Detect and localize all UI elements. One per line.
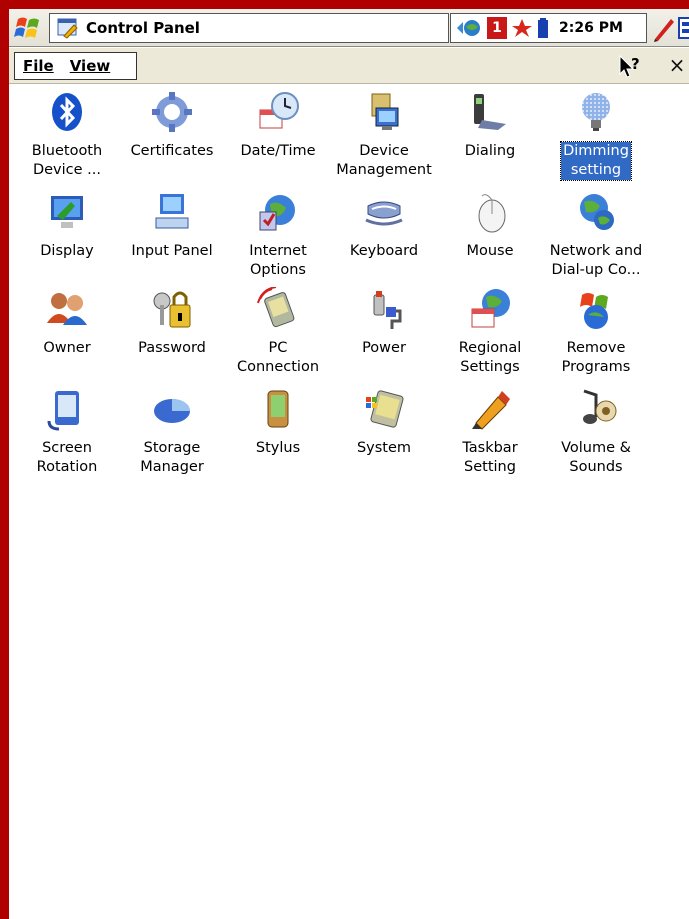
control-panel-item-label: Power xyxy=(362,340,406,356)
control-panel-item-label: Volume & Sounds xyxy=(561,440,631,475)
control-panel-item-label: Owner xyxy=(43,340,91,356)
control-panel-item-remove-programs[interactable]: Remove Programs xyxy=(544,285,648,385)
control-panel-item-label: Taskbar Setting xyxy=(462,440,518,475)
menu-file[interactable]: File xyxy=(15,57,62,75)
owner-icon xyxy=(47,293,87,325)
bluetooth-icon xyxy=(52,93,82,131)
network-icon xyxy=(580,194,614,230)
control-panel-item-volume-sounds[interactable]: Volume & Sounds xyxy=(544,385,648,485)
certificates-icon xyxy=(152,92,192,132)
volume-sounds-icon xyxy=(583,389,617,424)
control-panel-item-certificates[interactable]: Certificates xyxy=(120,88,224,188)
regional-settings-icon xyxy=(471,289,510,328)
control-panel-item-password[interactable]: Password xyxy=(120,285,224,385)
menu-view-label: View xyxy=(69,57,111,75)
control-panel-item-label: Internet Options xyxy=(249,243,307,278)
menu-file-label: File xyxy=(23,57,54,75)
control-panel-item-label: Storage Manager xyxy=(140,440,204,475)
pen-button[interactable] xyxy=(651,13,677,43)
control-panel-item-label: Remove Programs xyxy=(561,340,631,375)
menu-bar: File View ? × xyxy=(9,48,689,84)
whats-this-help-icon[interactable]: ? xyxy=(617,54,643,80)
control-panel-item-bluetooth[interactable]: Bluetooth Device ... xyxy=(15,88,119,188)
control-panel-item-label: Screen Rotation xyxy=(36,440,98,475)
mouse-icon xyxy=(478,194,506,233)
control-panel-item-keyboard[interactable]: Keyboard xyxy=(332,188,436,288)
device-management-icon xyxy=(371,93,399,130)
control-panel-item-label: Keyboard xyxy=(349,243,419,259)
control-panel-item-power[interactable]: Power xyxy=(332,285,436,385)
remove-programs-icon xyxy=(580,293,608,329)
dimming-icon xyxy=(582,93,610,131)
taskbar: Control Panel 1 2:26 PM xyxy=(9,9,689,47)
dialing-icon xyxy=(474,94,506,130)
menu-view[interactable]: View xyxy=(62,57,119,75)
screen-rotation-icon xyxy=(47,391,79,431)
control-panel-item-dialing[interactable]: Dialing xyxy=(438,88,542,188)
control-panel-item-label: Dimming setting xyxy=(560,141,632,181)
input-panel-button[interactable] xyxy=(677,13,689,43)
control-panel-item-owner[interactable]: Owner xyxy=(15,285,119,385)
control-panel-item-pc-connection[interactable]: PC Connection xyxy=(226,285,330,385)
taskbar-setting-icon xyxy=(472,391,510,430)
control-panel-item-label: Password xyxy=(138,340,206,356)
pc-connection-icon xyxy=(257,287,295,328)
control-panel-item-date-time[interactable]: Date/Time xyxy=(226,88,330,188)
control-panel-item-label: Regional Settings xyxy=(458,340,522,375)
control-panel-item-screen-rotation[interactable]: Screen Rotation xyxy=(15,385,119,485)
start-button[interactable] xyxy=(14,13,44,43)
alert-icon[interactable] xyxy=(511,17,533,39)
control-panel-item-internet-options[interactable]: Internet Options xyxy=(226,188,330,288)
control-panel-item-label: Mouse xyxy=(466,243,514,259)
window-title-text: Control Panel xyxy=(86,19,200,37)
control-panel-item-device-management[interactable]: Device Management xyxy=(332,88,436,188)
internet-options-icon xyxy=(259,195,295,231)
control-panel-item-mouse[interactable]: Mouse xyxy=(438,188,542,288)
control-panel-item-label: Date/Time xyxy=(240,143,316,159)
control-panel-item-label: Network and Dial-up Co... xyxy=(549,243,643,278)
display-icon xyxy=(51,196,83,228)
control-panel-item-stylus[interactable]: Stylus xyxy=(226,385,330,485)
power-icon xyxy=(373,291,402,329)
control-panel-item-label: Device Management xyxy=(336,143,432,178)
system-tray: 1 2:26 PM xyxy=(450,13,647,43)
control-panel-item-label: Stylus xyxy=(255,440,301,456)
control-panel-item-label: Display xyxy=(40,243,94,259)
pen-icon xyxy=(654,19,674,42)
control-panel-item-label: Bluetooth Device ... xyxy=(31,143,103,178)
stylus-icon xyxy=(267,390,289,428)
keyboard-icon xyxy=(365,201,403,226)
battery-icon[interactable] xyxy=(537,17,549,39)
menu-group: File View xyxy=(14,52,137,80)
clock[interactable]: 2:26 PM xyxy=(559,20,623,36)
control-panel-item-dimming[interactable]: Dimming setting xyxy=(544,88,648,188)
control-panel-item-label: Input Panel xyxy=(131,243,213,259)
control-panel-item-storage-manager[interactable]: Storage Manager xyxy=(120,385,224,485)
input-method-icon xyxy=(678,17,689,39)
control-panel-item-label: PC Connection xyxy=(236,340,320,375)
system-icon xyxy=(366,390,404,428)
windows-flag-icon xyxy=(14,17,39,38)
input-panel-icon xyxy=(155,194,189,229)
control-panel-item-label: Certificates xyxy=(130,143,214,159)
svg-text:?: ? xyxy=(631,55,640,73)
window-frame-left xyxy=(0,0,9,919)
window-frame-top xyxy=(0,0,689,9)
control-panel-item-system[interactable]: System xyxy=(332,385,436,485)
close-icon[interactable]: × xyxy=(667,53,687,77)
connectivity-icon[interactable] xyxy=(455,17,483,39)
notification-badge[interactable]: 1 xyxy=(487,17,507,39)
date-time-icon xyxy=(259,92,299,129)
control-panel-item-input-panel[interactable]: Input Panel xyxy=(120,188,224,288)
password-icon xyxy=(153,291,191,328)
control-panel-item-taskbar-setting[interactable]: Taskbar Setting xyxy=(438,385,542,485)
control-panel-item-regional-settings[interactable]: Regional Settings xyxy=(438,285,542,385)
control-panel-item-label: System xyxy=(356,440,412,456)
storage-manager-icon xyxy=(154,399,190,423)
control-panel-icon xyxy=(57,18,78,39)
control-panel-item-network[interactable]: Network and Dial-up Co... xyxy=(544,188,648,288)
active-window-title[interactable]: Control Panel xyxy=(49,13,449,43)
control-panel-item-display[interactable]: Display xyxy=(15,188,119,288)
control-panel-item-label: Dialing xyxy=(464,143,516,159)
